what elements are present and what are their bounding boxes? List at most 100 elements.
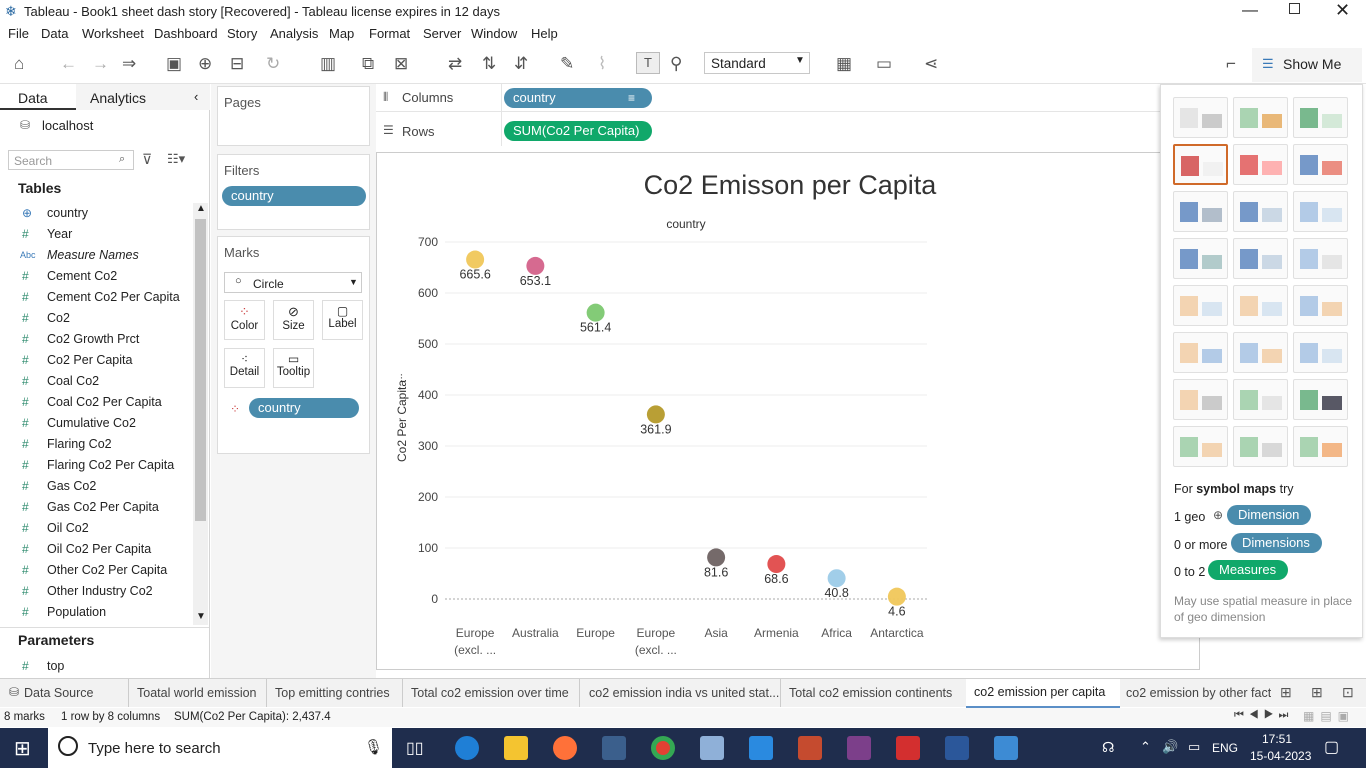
home-icon[interactable]: ⌂ xyxy=(14,55,24,72)
search-input[interactable]: Search ⌕ xyxy=(8,150,134,170)
sort-desc-icon[interactable]: ⇵ xyxy=(514,55,528,72)
sort-icon[interactable]: ≡ xyxy=(628,88,635,108)
clock-date[interactable]: 15-04-2023 xyxy=(1250,749,1311,763)
marks-pill-country[interactable]: country xyxy=(249,398,359,418)
firefox-icon[interactable] xyxy=(553,736,577,760)
windows-start-icon[interactable]: ⊞ xyxy=(14,736,31,761)
field-item[interactable]: ⊕ country xyxy=(0,203,195,224)
word-icon[interactable] xyxy=(945,736,969,760)
menu-window[interactable]: Window xyxy=(471,26,517,41)
chart-type-pie-chart[interactable] xyxy=(1293,144,1348,185)
tab-analytics[interactable]: Analytics ‹ xyxy=(76,84,210,110)
field-item[interactable]: # Flaring Co2 Per Capita xyxy=(0,455,195,476)
field-item[interactable]: # Coal Co2 xyxy=(0,371,195,392)
field-item[interactable]: Abc Measure Names xyxy=(0,245,195,266)
new-worksheet-tab-icon[interactable]: ⊞ xyxy=(1280,684,1292,701)
sort-asc-icon[interactable]: ⇅ xyxy=(482,55,496,72)
menu-server[interactable]: Server xyxy=(423,26,461,41)
menu-dashboard[interactable]: Dashboard xyxy=(154,26,218,41)
volume-icon[interactable]: 🔊 xyxy=(1162,739,1178,755)
replay-icon[interactable]: ⇒ xyxy=(122,55,136,72)
tooltip-button[interactable]: ▭ Tooltip xyxy=(273,348,314,388)
columns-pill-country[interactable]: country ≡ xyxy=(504,88,652,108)
field-item[interactable]: # Co2 Growth Prct xyxy=(0,329,195,350)
undo-icon[interactable]: ← xyxy=(60,55,77,72)
menu-data[interactable]: Data xyxy=(41,26,68,41)
refresh-icon[interactable]: ↻ xyxy=(266,55,280,72)
restore-icon[interactable] xyxy=(1289,3,1300,14)
chart-type-dual-combination[interactable] xyxy=(1293,332,1348,373)
chart-type-scatter-plot[interactable] xyxy=(1173,379,1228,420)
microphone-icon[interactable]: 🎙 xyxy=(364,738,383,756)
detail-button[interactable]: ⁖ Detail xyxy=(224,348,265,388)
field-item[interactable]: # Oil Co2 Per Capita xyxy=(0,539,195,560)
new-worksheet-icon[interactable]: ▥ xyxy=(320,55,336,72)
chart-type-text-table[interactable] xyxy=(1173,97,1228,138)
sheet-view-icons[interactable]: ▦▤▣ xyxy=(1303,709,1355,723)
filter-pill-country[interactable]: country xyxy=(222,186,366,206)
acrobat-icon[interactable] xyxy=(896,736,920,760)
scroll-up-icon[interactable]: ▲ xyxy=(196,203,206,214)
vscode-icon[interactable] xyxy=(749,736,773,760)
new-story-tab-icon[interactable]: ⊡ xyxy=(1342,684,1354,701)
field-item[interactable]: # Year xyxy=(0,224,195,245)
field-item[interactable]: # Cement Co2 xyxy=(0,266,195,287)
tab-toatal-world-emission[interactable]: Toatal world emission xyxy=(137,686,257,700)
chart-type-treemap[interactable] xyxy=(1173,238,1228,279)
columns-shelf[interactable]: ⦀ Columns country ≡ xyxy=(376,84,1160,112)
chart-type-side-by-side-bars[interactable] xyxy=(1293,191,1348,232)
menu-analysis[interactable]: Analysis xyxy=(270,26,318,41)
chart-type-highlight-table[interactable] xyxy=(1233,97,1288,138)
field-item[interactable]: # Cement Co2 Per Capita xyxy=(0,287,195,308)
size-button[interactable]: ⊘ Size xyxy=(273,300,314,340)
field-item[interactable]: # Oil Co2 xyxy=(0,518,195,539)
save-icon[interactable]: ▣ xyxy=(166,55,182,72)
field-item[interactable]: # Other Industry Co2 xyxy=(0,581,195,602)
field-item[interactable]: # Coal Co2 Per Capita xyxy=(0,392,195,413)
chart-type-box-and-whisker[interactable] xyxy=(1293,379,1348,420)
chart-type-circle-views[interactable] xyxy=(1233,238,1288,279)
chrome-icon[interactable] xyxy=(651,736,675,760)
people-icon[interactable]: ☊ xyxy=(1102,739,1114,756)
pin-icon[interactable]: ⚲ xyxy=(670,55,682,72)
rows-pill-co2-per-capita[interactable]: SUM(Co2 Per Capita) xyxy=(504,121,652,141)
connection-name[interactable]: localhost xyxy=(42,118,93,133)
cards-icon[interactable]: ▦ xyxy=(836,55,852,72)
mark-type-select[interactable]: ○ Circle ▼ xyxy=(224,272,362,293)
chart-type-packed-bubbles[interactable] xyxy=(1293,426,1348,467)
photos-icon[interactable] xyxy=(994,736,1018,760)
tab-co2-by-other-factors[interactable]: co2 emission by other fact xyxy=(1121,679,1271,707)
scrollbar-thumb[interactable] xyxy=(195,219,206,521)
pause-updates-icon[interactable]: ⊟ xyxy=(230,55,244,72)
app-icon-2[interactable] xyxy=(798,736,822,760)
chart-type-continuous-lines[interactable] xyxy=(1173,285,1228,326)
fields-scrollbar[interactable]: ▲ ▼ xyxy=(193,203,208,625)
rows-shelf[interactable]: ☰ Rows SUM(Co2 Per Capita) xyxy=(376,112,1160,146)
close-icon[interactable]: ✕ xyxy=(1335,0,1350,21)
fit-select[interactable]: Standard ▼ xyxy=(704,52,810,74)
chart-type-heat-map[interactable] xyxy=(1293,97,1348,138)
chart-type-gantt-chart[interactable] xyxy=(1173,426,1228,467)
group-icon[interactable]: ⌇ xyxy=(598,55,606,72)
field-item[interactable]: # Other Co2 Per Capita xyxy=(0,560,195,581)
new-datasource-icon[interactable]: ⊕ xyxy=(198,55,212,72)
redo-icon[interactable]: → xyxy=(92,55,109,72)
parameter-item[interactable]: # top xyxy=(0,656,195,677)
field-item[interactable]: # Flaring Co2 xyxy=(0,434,195,455)
chart-type-bullet-graph[interactable] xyxy=(1233,426,1288,467)
collapse-pane-icon[interactable]: ‹ xyxy=(194,89,198,104)
filters-card[interactable]: Filters country xyxy=(217,154,370,230)
edge-icon[interactable] xyxy=(455,736,479,760)
tableau-taskbar-icon[interactable] xyxy=(700,736,724,760)
highlight-icon[interactable]: ✎ xyxy=(560,55,574,72)
pages-card[interactable]: Pages xyxy=(217,86,370,146)
tab-data[interactable]: Data xyxy=(0,84,76,110)
field-item[interactable]: # Co2 xyxy=(0,308,195,329)
field-item[interactable]: # Gas Co2 xyxy=(0,476,195,497)
scroll-down-icon[interactable]: ▼ xyxy=(196,611,206,622)
battery-icon[interactable]: ▭ xyxy=(1188,739,1200,755)
chart-type-dual-lines[interactable] xyxy=(1293,285,1348,326)
swap-icon[interactable]: ⇄ xyxy=(448,55,462,72)
field-item[interactable]: # Cumulative Co2 xyxy=(0,413,195,434)
tab-india-vs-us[interactable]: co2 emission india vs united stat... xyxy=(589,686,779,700)
